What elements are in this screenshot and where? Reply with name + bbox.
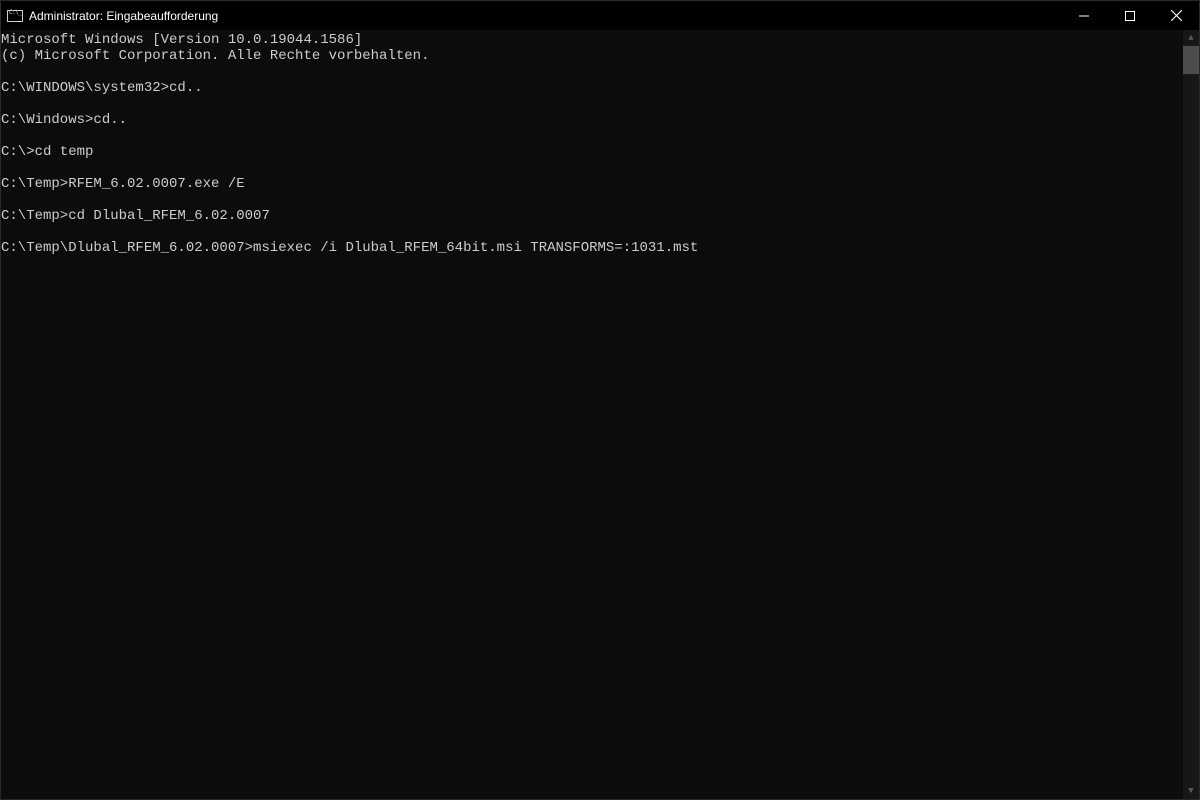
minimize-button[interactable] bbox=[1061, 1, 1107, 30]
window-controls bbox=[1061, 1, 1199, 30]
terminal-line: C:\Temp>cd Dlubal_RFEM_6.02.0007 bbox=[1, 208, 1183, 224]
terminal-line bbox=[1, 160, 1183, 176]
terminal-line: C:\WINDOWS\system32>cd.. bbox=[1, 80, 1183, 96]
vertical-scrollbar[interactable]: ▲ ▼ bbox=[1183, 30, 1199, 799]
maximize-icon bbox=[1125, 11, 1135, 21]
close-button[interactable] bbox=[1153, 1, 1199, 30]
minimize-icon bbox=[1079, 11, 1089, 21]
terminal-line: Microsoft Windows [Version 10.0.19044.15… bbox=[1, 32, 1183, 48]
terminal-line: (c) Microsoft Corporation. Alle Rechte v… bbox=[1, 48, 1183, 64]
maximize-button[interactable] bbox=[1107, 1, 1153, 30]
terminal-line bbox=[1, 224, 1183, 240]
terminal-line: C:\Temp>RFEM_6.02.0007.exe /E bbox=[1, 176, 1183, 192]
terminal-line: C:\>cd temp bbox=[1, 144, 1183, 160]
terminal-line: C:\Temp\Dlubal_RFEM_6.02.0007>msiexec /i… bbox=[1, 240, 1183, 256]
terminal-line: C:\Windows>cd.. bbox=[1, 112, 1183, 128]
terminal-line bbox=[1, 64, 1183, 80]
title-left: Administrator: Eingabeaufforderung bbox=[1, 1, 1061, 30]
scroll-thumb[interactable] bbox=[1183, 46, 1199, 74]
terminal-line bbox=[1, 96, 1183, 112]
terminal-output[interactable]: Microsoft Windows [Version 10.0.19044.15… bbox=[1, 30, 1183, 799]
cmd-icon bbox=[7, 10, 23, 22]
client-area: Microsoft Windows [Version 10.0.19044.15… bbox=[1, 30, 1199, 799]
window-title: Administrator: Eingabeaufforderung bbox=[29, 9, 218, 23]
titlebar[interactable]: Administrator: Eingabeaufforderung bbox=[1, 1, 1199, 30]
terminal-line bbox=[1, 128, 1183, 144]
terminal-line bbox=[1, 192, 1183, 208]
scroll-up-icon[interactable]: ▲ bbox=[1183, 30, 1199, 46]
command-prompt-window: Administrator: Eingabeaufforderung Micro… bbox=[0, 0, 1200, 800]
close-icon bbox=[1171, 10, 1182, 21]
scroll-down-icon[interactable]: ▼ bbox=[1183, 783, 1199, 799]
